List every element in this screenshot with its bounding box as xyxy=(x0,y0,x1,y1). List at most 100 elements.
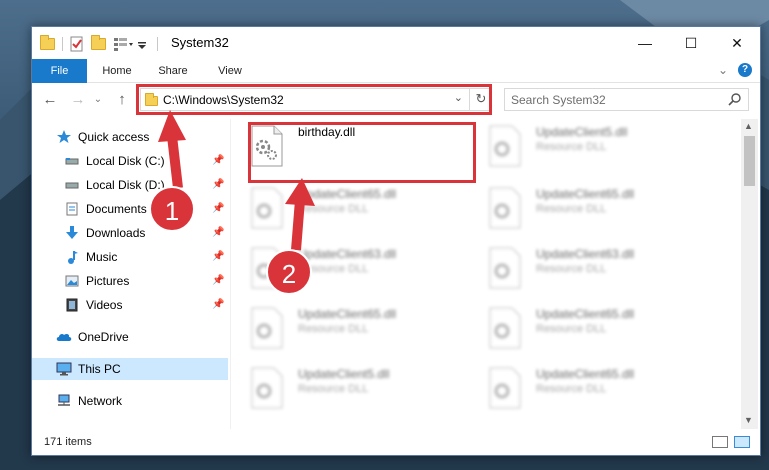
details-view-icon[interactable] xyxy=(712,436,728,448)
title-bar: System32 — ☐ ✕ xyxy=(32,27,760,59)
search-box[interactable] xyxy=(504,88,749,111)
expand-ribbon-icon[interactable]: ⌄ xyxy=(718,63,728,77)
item-count: 171 items xyxy=(44,436,92,448)
navigation-pane-divider xyxy=(230,119,231,429)
file-item[interactable]: UpdateClient63.dll Resource DLL xyxy=(480,241,706,293)
pin-icon[interactable]: 📌 xyxy=(212,203,224,214)
sidebar-item-label: Local Disk (C:) xyxy=(86,154,165,168)
tab-view[interactable]: View xyxy=(207,59,253,83)
drive-icon xyxy=(64,177,80,193)
toolbar-divider xyxy=(62,37,63,51)
vertical-scrollbar[interactable]: ▲ ▼ xyxy=(741,119,758,429)
file-type: Resource DLL xyxy=(298,383,369,395)
dll-file-icon xyxy=(488,125,522,167)
file-type: Resource DLL xyxy=(536,383,607,395)
file-name: UpdateClient63.dll xyxy=(298,247,397,261)
sidebar-item-label: Pictures xyxy=(86,274,130,288)
new-folder-icon[interactable] xyxy=(91,35,107,52)
file-name: UpdateClient65.dll xyxy=(298,187,397,201)
sidebar-item-music[interactable]: Music 📌 xyxy=(32,246,228,268)
sidebar-item-downloads[interactable]: Downloads 📌 xyxy=(32,222,228,244)
sidebar-item-onedrive[interactable]: OneDrive xyxy=(32,326,228,348)
file-item[interactable]: UpdateClient65.dll Resource DLL xyxy=(480,181,706,233)
dll-file-icon xyxy=(488,187,522,229)
file-name: UpdateClient65.dll xyxy=(536,307,635,321)
pin-icon[interactable]: 📌 xyxy=(212,251,224,262)
computer-icon xyxy=(56,361,72,377)
file-item[interactable]: UpdateClient65.dll Resource DLL xyxy=(480,301,706,353)
pin-icon[interactable]: 📌 xyxy=(212,179,224,190)
help-icon[interactable]: ? xyxy=(738,63,752,77)
pictures-icon xyxy=(64,273,80,289)
file-name: UpdateClient65.dll xyxy=(536,367,635,381)
close-button[interactable]: ✕ xyxy=(714,27,760,59)
address-bar-highlight xyxy=(136,84,492,115)
drive-icon xyxy=(64,153,80,169)
sidebar-item-network[interactable]: Network xyxy=(32,390,228,412)
network-icon xyxy=(56,393,72,409)
sidebar-item-label: Network xyxy=(78,394,123,408)
forward-button[interactable]: → xyxy=(68,90,88,110)
dll-file-icon xyxy=(488,367,522,409)
sidebar-item-local-disk-d[interactable]: Local Disk (D:) 📌 xyxy=(32,174,228,196)
file-name: UpdateClient63.dll xyxy=(536,247,635,261)
customize-toolbar-icon[interactable] xyxy=(113,36,133,52)
cloud-icon xyxy=(56,329,72,345)
maximize-button[interactable]: ☐ xyxy=(668,27,714,59)
sidebar-item-label: Downloads xyxy=(86,226,146,240)
status-bar: 171 items xyxy=(32,432,760,455)
view-switcher xyxy=(712,436,750,448)
file-name: UpdateClient65.dll xyxy=(536,187,635,201)
file-type: Resource DLL xyxy=(536,323,607,335)
pin-icon[interactable]: 📌 xyxy=(212,275,224,286)
pin-icon[interactable]: 📌 xyxy=(212,155,224,166)
minimize-button[interactable]: — xyxy=(622,27,668,59)
sidebar-item-label: Documents xyxy=(86,202,147,216)
sidebar-item-documents[interactable]: Documents 📌 xyxy=(32,198,228,220)
scroll-up-icon[interactable]: ▲ xyxy=(744,121,753,131)
file-item[interactable]: UpdateClient65.dll Resource DLL xyxy=(242,301,468,353)
large-icons-view-icon[interactable] xyxy=(734,436,750,448)
ribbon-tabs: File Home Share View ⌄ ? xyxy=(32,59,760,111)
properties-icon[interactable] xyxy=(69,36,85,52)
file-item[interactable]: UpdateClient5.dll Resource DLL xyxy=(480,119,706,171)
scroll-down-icon[interactable]: ▼ xyxy=(744,415,753,425)
dll-file-icon xyxy=(488,247,522,289)
file-type: Resource DLL xyxy=(298,203,369,215)
toolbar-dropdown-icon[interactable] xyxy=(135,36,151,52)
file-highlight xyxy=(248,122,476,183)
pin-icon[interactable]: 📌 xyxy=(212,227,224,238)
navigation-pane: Quick access Local Disk (C:) 📌 Local Dis… xyxy=(32,119,228,429)
file-item[interactable]: UpdateClient65.dll Resource DLL xyxy=(242,181,468,233)
sidebar-item-pictures[interactable]: Pictures 📌 xyxy=(32,270,228,292)
window-title: System32 xyxy=(171,35,229,50)
sidebar-item-quick-access[interactable]: Quick access xyxy=(32,126,228,148)
up-button[interactable]: ↑ xyxy=(112,90,132,110)
file-name: UpdateClient5.dll xyxy=(536,125,628,139)
dll-file-icon xyxy=(250,307,284,349)
search-icon[interactable] xyxy=(728,92,742,111)
scrollbar-thumb[interactable] xyxy=(744,136,755,186)
music-icon xyxy=(64,249,80,265)
tab-home[interactable]: Home xyxy=(94,59,140,83)
quick-access-toolbar xyxy=(40,35,158,53)
file-name: UpdateClient65.dll xyxy=(298,307,397,321)
dll-file-icon xyxy=(488,307,522,349)
sidebar-item-this-pc[interactable]: This PC xyxy=(32,358,228,380)
sidebar-item-label: Local Disk (D:) xyxy=(86,178,165,192)
sidebar-item-videos[interactable]: Videos 📌 xyxy=(32,294,228,316)
sidebar-item-local-disk-c[interactable]: Local Disk (C:) 📌 xyxy=(32,150,228,172)
file-item[interactable]: UpdateClient65.dll Resource DLL xyxy=(480,361,706,413)
file-item[interactable]: UpdateClient5.dll Resource DLL xyxy=(242,361,468,413)
tab-share[interactable]: Share xyxy=(150,59,196,83)
step-badge-2: 2 xyxy=(266,249,312,295)
search-input[interactable] xyxy=(511,92,721,108)
file-type: Resource DLL xyxy=(536,263,607,275)
pin-icon[interactable]: 📌 xyxy=(212,299,224,310)
recent-locations-button[interactable]: ⌄ xyxy=(88,90,108,110)
sidebar-item-label: Music xyxy=(86,250,118,264)
back-button[interactable]: ← xyxy=(40,90,60,110)
download-icon xyxy=(64,225,80,241)
file-type: Resource DLL xyxy=(298,323,369,335)
folder-icon[interactable] xyxy=(40,35,56,52)
